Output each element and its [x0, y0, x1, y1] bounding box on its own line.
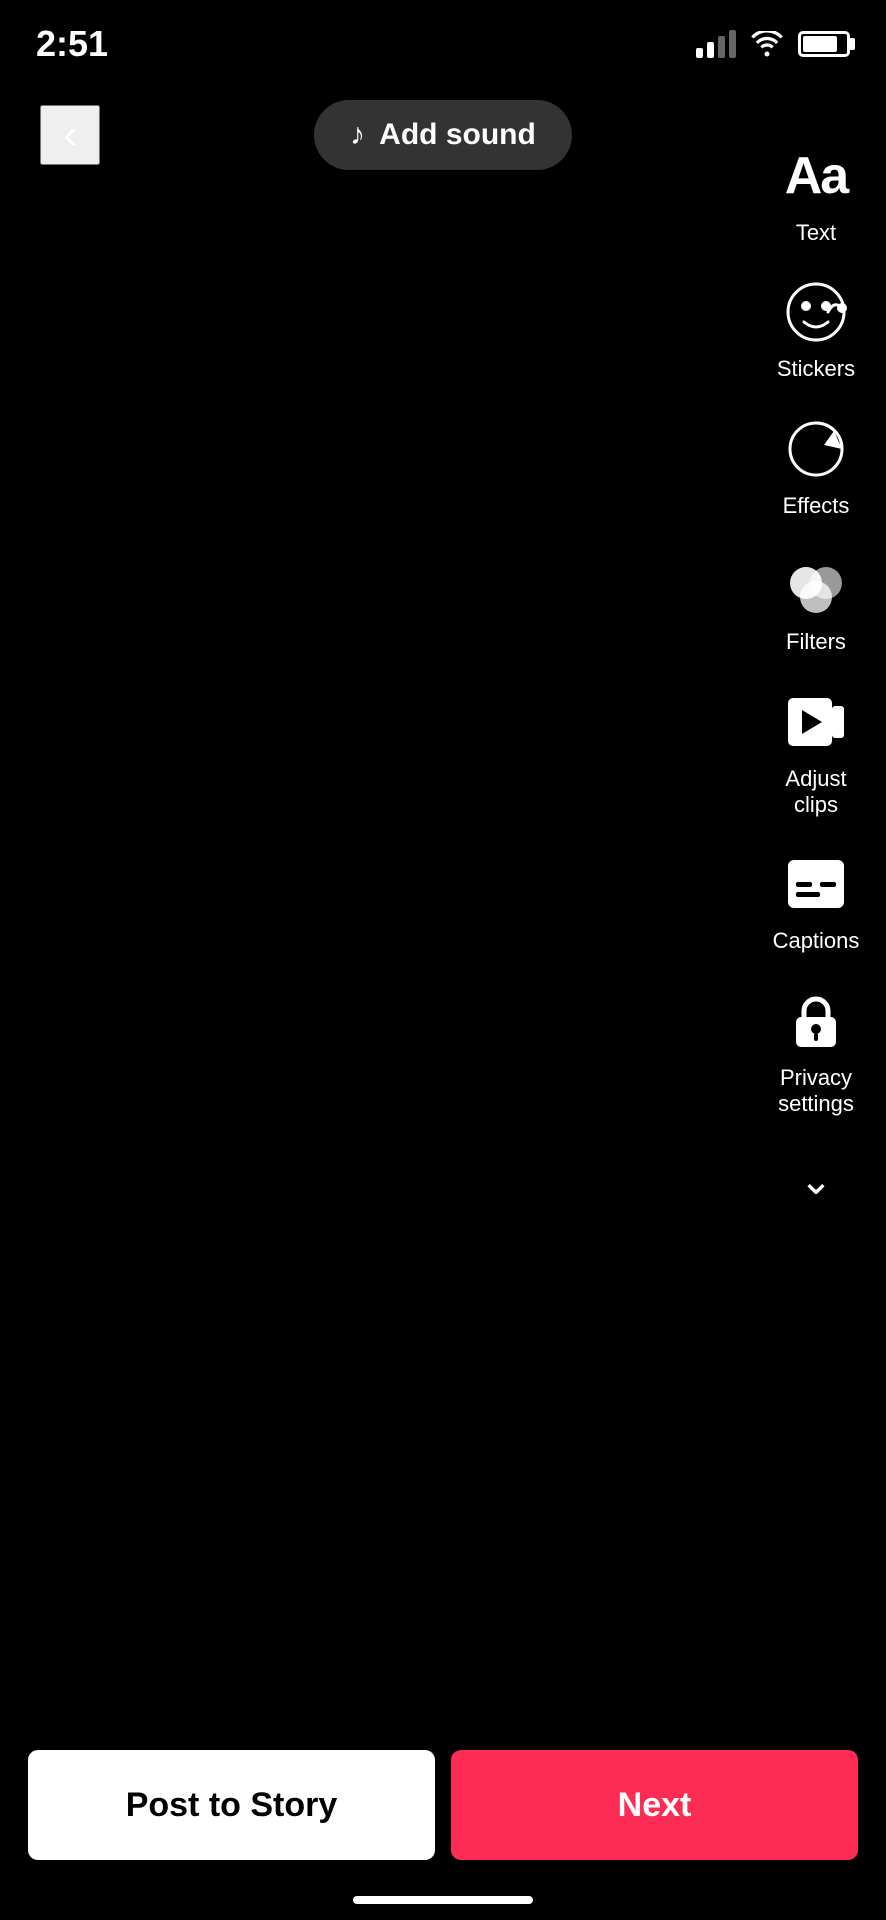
home-indicator: [353, 1896, 533, 1904]
tool-effects-label: Effects: [783, 493, 850, 519]
right-tools: Aa Text Stickers Effects: [766, 140, 866, 1204]
tool-text-label: Text: [796, 220, 836, 246]
tool-stickers-label: Stickers: [777, 356, 855, 382]
filters-icon: [784, 553, 848, 617]
adjust-clips-icon: [784, 690, 848, 754]
privacy-settings-icon: [784, 989, 848, 1053]
add-sound-button[interactable]: ♪ Add sound: [314, 100, 572, 170]
captions-icon: [784, 852, 848, 916]
signal-icon: [696, 30, 736, 58]
back-button[interactable]: ‹: [40, 105, 100, 165]
tool-filters[interactable]: Filters: [766, 549, 866, 655]
tool-stickers[interactable]: Stickers: [766, 276, 866, 382]
tool-captions[interactable]: Captions: [766, 848, 866, 954]
tool-text[interactable]: Aa Text: [766, 140, 866, 246]
more-tools-button[interactable]: ⌄: [766, 1148, 866, 1204]
next-button[interactable]: Next: [451, 1750, 858, 1860]
post-to-story-button[interactable]: Post to Story: [28, 1750, 435, 1860]
tool-privacy-settings[interactable]: Privacy settings: [766, 985, 866, 1118]
effects-icon: [784, 417, 848, 481]
tool-adjust-clips-label: Adjust clips: [766, 766, 866, 819]
back-chevron-icon: ‹: [63, 115, 76, 155]
top-bar: ‹ ♪ Add sound: [0, 70, 886, 170]
tool-filters-label: Filters: [786, 629, 846, 655]
tool-privacy-settings-label: Privacy settings: [766, 1065, 866, 1118]
wifi-icon: [750, 31, 784, 57]
tool-captions-label: Captions: [773, 928, 860, 954]
chevron-down-icon: ⌄: [799, 1158, 833, 1204]
music-note-icon: ♪: [350, 118, 365, 152]
status-icons: [696, 30, 850, 58]
tool-adjust-clips[interactable]: Adjust clips: [766, 686, 866, 819]
tool-effects[interactable]: Effects: [766, 413, 866, 519]
battery-icon: [798, 31, 850, 57]
sticker-icon: [784, 280, 848, 344]
status-bar: 2:51: [0, 0, 886, 70]
status-time: 2:51: [36, 23, 108, 65]
bottom-bar: Post to Story Next: [0, 1750, 886, 1860]
text-icon: Aa: [785, 146, 847, 206]
add-sound-label: Add sound: [379, 118, 536, 152]
